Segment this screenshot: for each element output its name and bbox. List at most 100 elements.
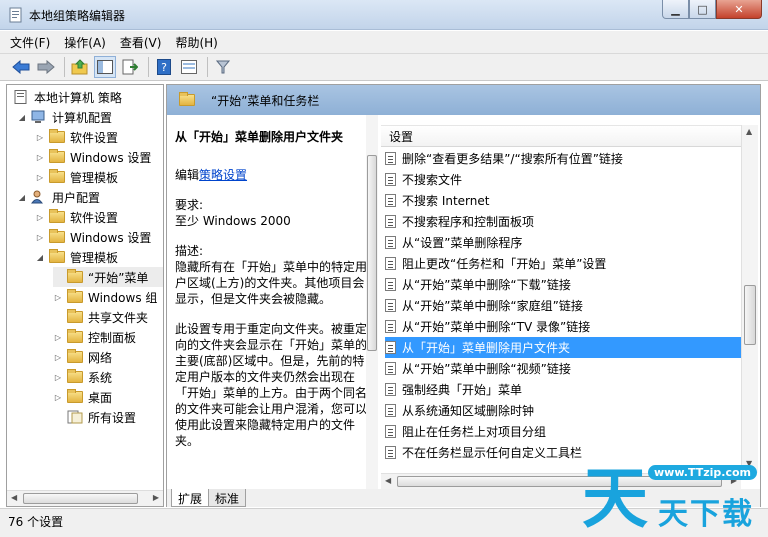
tree-item-label: 软件设置 bbox=[70, 130, 119, 145]
tree-item-shared-folders[interactable]: 共享文件夹 bbox=[53, 307, 148, 327]
tree-item-root[interactable]: 本地计算机 策略 bbox=[13, 87, 122, 107]
show-hide-tree-button[interactable] bbox=[94, 56, 116, 78]
tree-item-all-settings[interactable]: 所有设置 bbox=[53, 407, 136, 427]
tree-item-user-config[interactable]: ◢ 用户配置 bbox=[17, 187, 100, 207]
tree-horizontal-scrollbar[interactable]: ◀ ▶ bbox=[7, 490, 163, 506]
up-folder-icon bbox=[71, 59, 88, 75]
expand-icon[interactable]: ▷ bbox=[53, 393, 63, 402]
tree-item-desktop[interactable]: ▷ 桌面 bbox=[53, 387, 112, 407]
list-item[interactable]: 阻止在任务栏上对项目分组 bbox=[385, 421, 741, 442]
list-item-label: 从「开始」菜单删除用户文件夹 bbox=[402, 341, 571, 355]
expand-icon[interactable]: ▷ bbox=[53, 353, 63, 362]
policy-editor-icon bbox=[9, 7, 22, 23]
filter-button[interactable] bbox=[212, 56, 234, 78]
list-item-label: 删除“查看更多结果”/“搜索所有位置”链接 bbox=[402, 152, 623, 166]
up-folder-button[interactable] bbox=[69, 56, 91, 78]
list-item-label: 从“开始”菜单中删除“TV 录像”链接 bbox=[402, 320, 591, 334]
list-item[interactable]: 不搜索文件 bbox=[385, 169, 741, 190]
policy-doc-icon bbox=[14, 90, 27, 104]
list-item[interactable]: 从“开始”菜单中删除“家庭组”链接 bbox=[385, 295, 741, 316]
list-item[interactable]: 阻止更改“任务栏和「开始」菜单”设置 bbox=[385, 253, 741, 274]
list-item-label: 不搜索程序和控制面板项 bbox=[402, 215, 535, 229]
tree-item-label: 所有设置 bbox=[88, 410, 137, 425]
expand-icon[interactable]: ▷ bbox=[53, 333, 63, 342]
watermark-big-char: 天 bbox=[582, 460, 648, 537]
tree-item-label: Windows 设置 bbox=[70, 230, 152, 245]
setting-title: 从「开始」菜单删除用户文件夹 bbox=[175, 130, 344, 144]
minimize-button[interactable]: ▁ bbox=[662, 0, 689, 19]
list-vertical-scrollbar[interactable]: ▲ ▼ bbox=[741, 125, 758, 473]
menu-action[interactable]: 操作(A) bbox=[64, 34, 106, 51]
description-scrollbar[interactable] bbox=[366, 115, 378, 489]
list-item[interactable]: 从“设置”菜单删除程序 bbox=[385, 232, 741, 253]
expand-icon[interactable]: ▷ bbox=[53, 293, 63, 302]
computer-icon bbox=[31, 110, 45, 123]
tree-item-windows-components[interactable]: ▷ Windows 组 bbox=[53, 287, 157, 307]
list-item[interactable]: 不搜索 Internet bbox=[385, 190, 741, 211]
back-button[interactable] bbox=[10, 56, 32, 78]
scroll-up-icon[interactable]: ▲ bbox=[746, 127, 752, 136]
collapse-icon[interactable]: ◢ bbox=[17, 193, 27, 202]
list-item-label: 从系统通知区域删除时钟 bbox=[402, 404, 535, 418]
edit-policy-link[interactable]: 策略设置 bbox=[199, 168, 247, 182]
scroll-left-icon[interactable]: ◀ bbox=[385, 476, 391, 485]
tree-item-cc-software[interactable]: ▷ 软件设置 bbox=[35, 127, 118, 147]
help-button[interactable]: ? bbox=[153, 56, 175, 78]
expand-icon[interactable]: ▷ bbox=[35, 153, 45, 162]
export-list-button[interactable] bbox=[119, 56, 141, 78]
list-item[interactable]: 从“开始”菜单中删除“TV 录像”链接 bbox=[385, 316, 741, 337]
tree-item-control-panel[interactable]: ▷ 控制面板 bbox=[53, 327, 136, 347]
expand-icon[interactable]: ▷ bbox=[35, 213, 45, 222]
tab-standard[interactable]: 标准 bbox=[208, 489, 247, 507]
folder-icon bbox=[67, 369, 83, 383]
close-button[interactable]: ✕ bbox=[716, 0, 762, 19]
scrollbar-thumb[interactable] bbox=[23, 493, 138, 504]
scroll-right-icon[interactable]: ▶ bbox=[153, 493, 159, 502]
collapse-icon[interactable]: ◢ bbox=[35, 253, 45, 262]
expand-icon[interactable]: ▷ bbox=[35, 133, 45, 142]
list-item[interactable]: 不搜索程序和控制面板项 bbox=[385, 211, 741, 232]
scrollbar-thumb[interactable] bbox=[744, 285, 756, 345]
tree-item-uc-windows[interactable]: ▷ Windows 设置 bbox=[35, 227, 151, 247]
tree-item-computer-config[interactable]: ◢ 计算机配置 bbox=[17, 107, 112, 127]
collapse-icon[interactable]: ◢ bbox=[17, 113, 27, 122]
list-item[interactable]: 删除“查看更多结果”/“搜索所有位置”链接 bbox=[385, 148, 741, 169]
tree-item-start-menu[interactable]: “开始”菜单 bbox=[53, 267, 163, 287]
list-item[interactable]: 从系统通知区域删除时钟 bbox=[385, 400, 741, 421]
scrollbar-thumb[interactable] bbox=[367, 155, 377, 351]
tree-item-uc-software[interactable]: ▷ 软件设置 bbox=[35, 207, 118, 227]
description-block: 描述: 隐藏所有在「开始」菜单中的特定用户区域(上方)的文件夹。其他项目会显示，但… bbox=[175, 243, 367, 307]
menu-view[interactable]: 查看(V) bbox=[120, 34, 162, 51]
tree-item-label: Windows 组 bbox=[88, 290, 158, 305]
list-item-label: 不在任务栏显示任何自定义工具栏 bbox=[402, 446, 583, 460]
expand-icon[interactable]: ▷ bbox=[35, 233, 45, 242]
tree-item-uc-admin[interactable]: ◢ 管理模板 bbox=[35, 247, 118, 267]
edit-prefix: 编辑 bbox=[175, 168, 200, 182]
forward-button[interactable] bbox=[35, 56, 57, 78]
back-arrow-icon bbox=[12, 60, 30, 74]
list-item[interactable]: 从「开始」菜单删除用户文件夹 bbox=[385, 337, 741, 358]
list-item-label: 从“开始”菜单中删除“家庭组”链接 bbox=[402, 299, 583, 313]
list-item[interactable]: 强制经典「开始」菜单 bbox=[385, 379, 741, 400]
tree-item-label: 共享文件夹 bbox=[88, 310, 149, 325]
expand-icon[interactable]: ▷ bbox=[35, 173, 45, 182]
scroll-left-icon[interactable]: ◀ bbox=[11, 493, 17, 502]
tree-item-system[interactable]: ▷ 系统 bbox=[53, 367, 112, 387]
maximize-button[interactable]: □ bbox=[689, 0, 716, 19]
menu-file[interactable]: 文件(F) bbox=[10, 34, 50, 51]
policy-setting-icon bbox=[385, 341, 396, 354]
tab-extended[interactable]: 扩展 bbox=[171, 489, 210, 507]
column-header-setting[interactable]: 设置 bbox=[381, 125, 741, 147]
expand-icon[interactable]: ▷ bbox=[53, 373, 63, 382]
tree-item-cc-windows[interactable]: ▷ Windows 设置 bbox=[35, 147, 151, 167]
menu-help[interactable]: 帮助(H) bbox=[175, 34, 217, 51]
list-item[interactable]: 从“开始”菜单中删除“下载”链接 bbox=[385, 274, 741, 295]
properties-button[interactable] bbox=[178, 56, 200, 78]
tree-item-cc-admin[interactable]: ▷ 管理模板 bbox=[35, 167, 118, 187]
console-tree: 本地计算机 策略 ◢ 计算机配置 ▷ 软件设置 ▷ Windows 设置 ▷ 管… bbox=[6, 84, 164, 507]
list-item[interactable]: 不在任务栏显示任何自定义工具栏 bbox=[385, 442, 741, 463]
list-item[interactable]: 从“开始”菜单中删除“视频”链接 bbox=[385, 358, 741, 379]
menu-bar: 文件(F) 操作(A) 查看(V) 帮助(H) bbox=[0, 31, 768, 53]
list-item-label: 从“设置”菜单删除程序 bbox=[402, 236, 523, 250]
tree-item-network[interactable]: ▷ 网络 bbox=[53, 347, 112, 367]
